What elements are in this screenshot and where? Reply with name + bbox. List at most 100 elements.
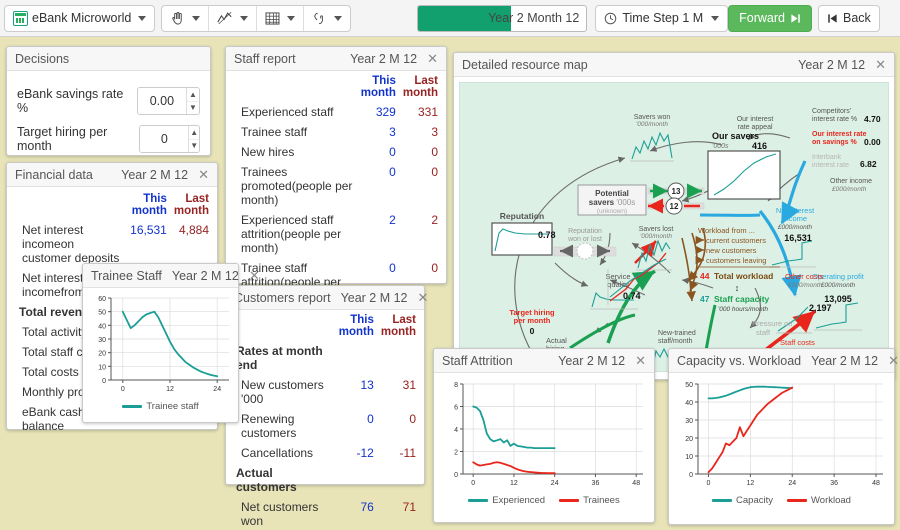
- forward-button[interactable]: Forward: [728, 5, 812, 32]
- svg-text:↕: ↕: [735, 283, 740, 293]
- svg-text:48: 48: [872, 480, 880, 487]
- row-label: Cancellations: [234, 443, 332, 463]
- financial-table-header-row: Thismonth Lastmonth: [15, 193, 209, 220]
- period-label: Year 2 Month 12: [488, 6, 579, 31]
- svg-text:60: 60: [98, 296, 106, 303]
- cursor-tool-button[interactable]: [303, 6, 350, 31]
- target-hiring-input[interactable]: [140, 126, 188, 152]
- cell-last-month: 4,884: [167, 220, 209, 268]
- target-hiring-decrement[interactable]: ▼: [189, 139, 199, 153]
- close-icon[interactable]: ✕: [888, 354, 899, 367]
- decisions-panel-title: Decisions: [15, 52, 202, 66]
- svg-text:£000/month: £000/month: [820, 282, 856, 289]
- staff-attrition-header[interactable]: Staff Attrition Year 2 M 12 ✕: [434, 349, 654, 373]
- row-label: Trainee staff: [234, 122, 354, 142]
- customers-report-title: Customers report: [234, 291, 331, 305]
- table-tool-button[interactable]: [256, 6, 303, 31]
- decisions-panel-header[interactable]: Decisions: [7, 47, 210, 71]
- staff-report-header[interactable]: Staff report Year 2 M 12 ✕: [226, 47, 446, 71]
- chart-tool-button[interactable]: [208, 6, 256, 31]
- customers-report-header[interactable]: Customers report Year 2 M 12 ✕: [226, 286, 424, 310]
- svg-text:20: 20: [685, 436, 693, 443]
- chevron-down-icon: [334, 16, 342, 21]
- target-hiring-increment[interactable]: ▲: [189, 126, 199, 139]
- map-label-workload-leaving: customers leaving: [706, 256, 766, 265]
- forward-label: Forward: [739, 11, 785, 25]
- svg-text:12: 12: [510, 480, 518, 487]
- svg-text:staff: staff: [756, 328, 771, 337]
- table-row: Trainees promoted(people per month)00: [234, 162, 438, 210]
- map-label-reputation-flow: Reputation: [568, 228, 602, 235]
- capacity-workload-legend: CapacityWorkload: [674, 495, 889, 506]
- close-icon[interactable]: ✕: [249, 269, 260, 282]
- svg-text:0: 0: [102, 378, 106, 385]
- svg-text:'000 hours/month: '000 hours/month: [718, 306, 768, 313]
- svg-text:won or lost: won or lost: [567, 236, 602, 243]
- savings-rate-input[interactable]: [138, 88, 186, 114]
- map-value-our-savers: 416: [752, 141, 767, 151]
- svg-text:£000/month: £000/month: [787, 282, 823, 289]
- hand-pointer-tool-button[interactable]: [162, 6, 208, 31]
- legend-item: Experienced: [468, 495, 545, 506]
- map-label-staff-costs: Staff costs: [780, 338, 815, 347]
- staff-report-table: Thismonth Lastmonth Experienced staff329…: [234, 75, 438, 306]
- cell-this-month: 0: [332, 409, 374, 443]
- svg-text:0: 0: [707, 480, 711, 487]
- map-value-savers-won: 13: [672, 187, 681, 196]
- legend-swatch: [712, 499, 732, 502]
- cell-this-month: [332, 463, 374, 497]
- svg-text:12: 12: [746, 480, 754, 487]
- legend-item: Trainees: [559, 495, 620, 506]
- app-selector-button[interactable]: eBank Microworld: [5, 6, 154, 31]
- close-icon[interactable]: ✕: [635, 354, 646, 367]
- trainee-staff-chart-panel: Trainee Staff Year 2 M 12 ✕ 010203040506…: [82, 263, 239, 423]
- savings-rate-increment[interactable]: ▲: [187, 88, 199, 101]
- close-icon[interactable]: ✕: [418, 291, 429, 304]
- savings-rate-stepper[interactable]: ▲ ▼: [137, 87, 200, 115]
- map-value-our-rate: 0.00: [864, 137, 881, 147]
- cell-last-month: 3: [396, 122, 438, 142]
- svg-text:staff/month: staff/month: [658, 338, 693, 345]
- row-label: Experienced staff attrition(people per m…: [234, 210, 354, 258]
- legend-label: Trainee staff: [146, 401, 198, 412]
- trainee-staff-legend: Trainee staff: [87, 401, 234, 412]
- close-icon[interactable]: ✕: [198, 168, 209, 181]
- time-step-button[interactable]: Time Step 1 M: [595, 5, 728, 32]
- svg-text:10: 10: [98, 364, 106, 371]
- table-row: Net customers won7671: [234, 497, 416, 530]
- close-icon[interactable]: ✕: [875, 58, 886, 71]
- svg-text:20: 20: [98, 351, 106, 358]
- resource-map-title: Detailed resource map: [462, 58, 788, 72]
- capacity-workload-header[interactable]: Capacity vs. Workload Year 2 M 12 ✕: [669, 349, 894, 373]
- trainee-staff-header[interactable]: Trainee Staff Year 2 M 12 ✕: [83, 264, 238, 288]
- staff-attrition-chart: 02468012243648 ExperiencedTrainees: [439, 378, 649, 506]
- map-label-staff-capacity: Staff capacity: [714, 294, 770, 304]
- period-progress-bar[interactable]: Year 2 Month 12: [417, 5, 587, 32]
- cell-last-month: [374, 463, 416, 497]
- savings-rate-decrement[interactable]: ▼: [187, 101, 199, 115]
- map-label-reputation: Reputation: [500, 211, 544, 221]
- staff-attrition-legend: Experienced Trainees: [439, 495, 649, 506]
- staff-attrition-chart-panel: Staff Attrition Year 2 M 12 ✕ 0246801224…: [433, 348, 655, 523]
- target-hiring-stepper[interactable]: ▲ ▼: [139, 125, 200, 153]
- back-button[interactable]: Back: [818, 5, 880, 32]
- trainee-staff-chart: 010203040506001224 Trainee staff: [87, 292, 234, 412]
- table-grid-icon: [265, 12, 280, 25]
- staff-attrition-title: Staff Attrition: [442, 354, 548, 368]
- decision-row-savings-rate: eBank savings rate % ▲ ▼: [17, 87, 200, 115]
- financial-panel-header[interactable]: Financial data Year 2 M 12 ✕: [7, 163, 217, 187]
- cell-last-month: 331: [396, 102, 438, 122]
- close-icon[interactable]: ✕: [427, 52, 438, 65]
- resource-map-header[interactable]: Detailed resource map Year 2 M 12 ✕: [454, 53, 894, 77]
- map-label-workload-current: current customers: [706, 236, 766, 245]
- map-label-savers-lost: Savers lost: [639, 226, 674, 233]
- decisions-panel: Decisions eBank savings rate % ▲ ▼ Targe…: [6, 46, 211, 156]
- resource-map-canvas[interactable]: Potential savers '000s (unknown) 13 12 S…: [459, 82, 889, 372]
- map-value-other-costs: 2,197: [809, 303, 832, 313]
- row-label: Experienced staff: [234, 102, 354, 122]
- svg-text:6: 6: [454, 405, 458, 412]
- svg-text:30: 30: [98, 337, 106, 344]
- row-sublabel: (people per month): [241, 227, 341, 255]
- staff-report-panel: Staff report Year 2 M 12 ✕ Thismonth Las…: [225, 46, 447, 284]
- map-node-potential-savers-note: (unknown): [597, 208, 627, 215]
